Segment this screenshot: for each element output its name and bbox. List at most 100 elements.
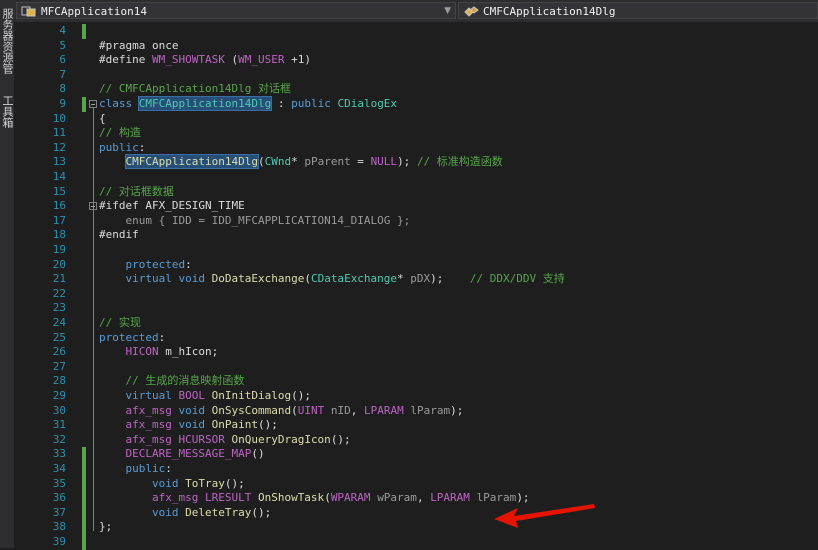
code-token: WM_USER <box>238 53 285 67</box>
code-token: #pragma once <box>99 38 179 52</box>
code-token: CWnd <box>264 155 292 169</box>
code-token: * <box>291 155 305 169</box>
line-number: 26 <box>52 345 66 359</box>
collapse-icon[interactable] <box>89 100 97 108</box>
code-line[interactable]: #endif <box>99 228 139 243</box>
code-line[interactable]: void DeleteTray(); <box>99 506 271 521</box>
line-number: 24 <box>52 316 66 329</box>
code-line[interactable]: // 对话框数据 <box>99 185 174 200</box>
toolbox-tab[interactable]: 工具箱 <box>0 90 14 132</box>
code-line[interactable]: // 实现 <box>99 316 141 331</box>
line-number-gutter: 4 5 6 7 8 9 10 11 12 13 14 15 16 17 18 19 20 21 22 23 24 25 26… <box>14 22 80 548</box>
code-token: LPARAM <box>363 403 404 417</box>
red-arrow-icon <box>494 504 595 528</box>
code-line[interactable]: protected: <box>99 331 165 346</box>
code-line[interactable]: }; <box>99 520 112 535</box>
code-line[interactable]: // 构造 <box>99 126 141 141</box>
code-token: #endif <box>99 228 139 242</box>
chevron-down-icon[interactable]: ▼ <box>444 3 451 18</box>
code-token: AFX_DESIGN_TIME <box>145 199 245 213</box>
code-line[interactable]: public: <box>99 462 172 477</box>
class-member-icon <box>464 6 479 17</box>
code-token: #ifdef <box>99 199 146 213</box>
code-line[interactable]: virtual BOOL OnInitDialog(); <box>99 389 311 404</box>
code-token: ( <box>224 53 239 67</box>
line-number: 34 <box>52 462 66 475</box>
code-token: // 实现 <box>99 316 141 329</box>
collapse-icon[interactable] <box>89 202 97 211</box>
code-line[interactable]: void ToTray(); <box>99 477 245 492</box>
code-line[interactable]: // CMFCApplication14Dlg 对话框 <box>99 82 291 97</box>
code-token: void <box>178 418 205 432</box>
code-line[interactable]: // 生成的消息映射函数 <box>99 374 245 389</box>
project-scope-dropdown[interactable]: MFCApplication14 ▼ <box>16 2 456 19</box>
code-token: protected <box>125 257 186 271</box>
code-token: { <box>99 111 106 125</box>
line-number: 6 <box>59 53 66 67</box>
line-number: 19 <box>52 243 66 256</box>
code-line[interactable]: afx_msg void OnSysCommand(UINT nID, LPAR… <box>99 403 464 419</box>
code-line[interactable]: DECLARE_MESSAGE_MAP() <box>99 447 265 462</box>
line-number: 20 <box>52 257 66 271</box>
code-line[interactable]: #ifdef AFX_DESIGN_TIME <box>99 199 245 214</box>
code-line[interactable]: { <box>99 112 106 127</box>
code-token: afx_msg <box>151 491 199 505</box>
class-member-dropdown[interactable]: CMFCApplication14Dlg <box>458 2 818 19</box>
code-token: void <box>178 403 205 417</box>
code-line[interactable]: afx_msg void OnPaint(); <box>99 418 278 433</box>
code-token: // 对话框数据 <box>99 184 174 198</box>
code-token: DECLARE_MESSAGE_MAP <box>125 447 252 461</box>
code-token: ); <box>450 403 464 417</box>
line-number: 25 <box>52 330 66 344</box>
code-editor[interactable]: 4 5 6 7 8 9 10 11 12 13 14 15 16 17 18 19 20 21 22 23 24 25 26… <box>14 22 818 550</box>
line-number: 31 <box>52 418 66 432</box>
line-number: 15 <box>52 184 66 198</box>
code-line[interactable]: #pragma once <box>99 39 178 54</box>
code-token: OnSysCommand <box>211 403 292 417</box>
server-explorer-tab[interactable]: 服务器资源管理器 <box>0 4 14 78</box>
code-line[interactable]: HICON m_hIcon; <box>99 345 219 360</box>
code-line[interactable]: enum { IDD = IDD_MFCAPPLICATION14_DIALOG… <box>99 214 410 229</box>
code-token: , <box>416 491 431 505</box>
code-token: = <box>350 155 371 169</box>
code-line[interactable]: public: <box>99 141 145 156</box>
code-token: : <box>271 97 292 110</box>
change-indicator <box>82 520 86 535</box>
code-token: afx_msg <box>125 403 172 417</box>
code-token: : <box>158 330 166 344</box>
code-token: HCURSOR <box>178 432 225 446</box>
code-line[interactable]: virtual void DoDataExchange(CDataExchang… <box>99 272 565 287</box>
code-line[interactable]: CMFCApplication14Dlg(CWnd* pParent = NUL… <box>99 154 503 170</box>
code-token: OnInitDialog <box>211 389 292 402</box>
code-token: : <box>165 462 172 475</box>
code-token: pParent <box>304 155 351 169</box>
change-indicator <box>82 97 86 112</box>
code-line[interactable]: afx_msg LRESULT OnShowTask(WPARAM wParam… <box>99 491 530 506</box>
code-token: () <box>251 447 265 461</box>
code-token: virtual <box>125 389 172 402</box>
code-token: ); <box>397 155 417 169</box>
code-line[interactable]: afx_msg HCURSOR OnQueryDragIcon(); <box>99 433 351 448</box>
code-token: OnPaint <box>211 418 258 432</box>
code-token: afx_msg <box>125 432 172 446</box>
code-line[interactable]: protected: <box>99 258 192 273</box>
code-token: WM_SHOWTASK <box>151 53 225 67</box>
code-token: (); <box>224 476 245 490</box>
code-token: DeleteTray <box>185 505 252 519</box>
line-number: 9 <box>59 97 66 110</box>
code-line[interactable]: #define WM_SHOWTASK (WM_USER +1) <box>99 53 311 68</box>
line-number: 4 <box>59 24 66 37</box>
code-line[interactable]: class CMFCApplication14Dlg : public CDia… <box>99 96 397 112</box>
side-panel-tabs: 服务器资源管理器 工具箱 <box>0 0 15 548</box>
code-token: void <box>151 505 179 519</box>
